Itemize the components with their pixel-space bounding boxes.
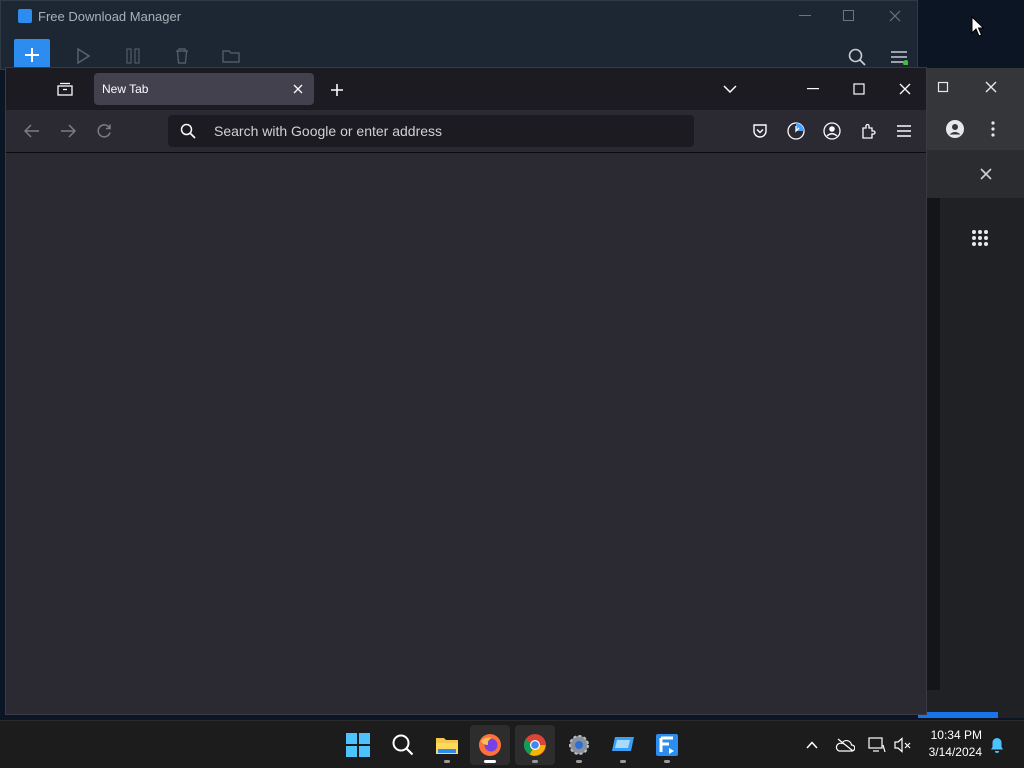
fdm-window: Free Download Manager <box>0 0 918 71</box>
firefox-window: New Tab Search with Google or enter addr… <box>5 67 927 715</box>
menu-icon[interactable] <box>892 119 916 143</box>
list-tabs-icon[interactable] <box>718 77 742 101</box>
maximize-icon[interactable] <box>847 77 871 101</box>
running-indicator <box>532 760 538 763</box>
windows-logo-icon <box>346 733 370 757</box>
remote-desktop-icon <box>612 737 634 751</box>
chevron-up-icon[interactable] <box>802 735 822 755</box>
background-titlebar <box>918 68 1024 106</box>
account-icon[interactable] <box>820 119 844 143</box>
tab-title: New Tab <box>102 82 149 96</box>
taskbar-firefox[interactable] <box>470 725 510 765</box>
firefox-view-icon[interactable] <box>54 78 76 100</box>
gear-icon <box>569 735 589 755</box>
taskbar-free-download-manager[interactable] <box>647 725 687 765</box>
running-indicator <box>620 760 626 763</box>
close-icon[interactable] <box>881 5 909 27</box>
pocket-icon[interactable] <box>748 119 772 143</box>
mouse-cursor-icon <box>971 16 985 38</box>
reload-icon[interactable] <box>92 119 116 143</box>
background-browser-window <box>918 68 1024 718</box>
close-icon[interactable] <box>980 76 1002 98</box>
pause-icon[interactable] <box>121 45 145 67</box>
back-icon[interactable] <box>20 119 44 143</box>
add-icon <box>25 48 39 62</box>
menu-icon[interactable] <box>887 45 911 69</box>
address-bar-placeholder: Search with Google or enter address <box>214 123 443 139</box>
taskbar-file-explorer[interactable] <box>427 725 467 765</box>
maximize-icon[interactable] <box>934 78 952 96</box>
background-scrollbar <box>926 198 940 690</box>
taskbar-settings[interactable] <box>559 725 599 765</box>
close-window-icon[interactable] <box>893 77 917 101</box>
clock-date: 3/14/2024 <box>928 745 982 759</box>
update-icon[interactable] <box>784 119 808 143</box>
minimize-icon[interactable] <box>791 5 819 27</box>
search-icon <box>178 121 198 141</box>
close-tab-icon[interactable] <box>288 79 308 99</box>
search-icon[interactable] <box>845 45 869 69</box>
background-panel <box>918 150 1024 198</box>
apps-grid-icon[interactable] <box>970 228 990 248</box>
profile-icon[interactable] <box>944 118 966 140</box>
fdm-icon <box>656 734 678 756</box>
search-icon <box>392 734 414 756</box>
taskbar-clock[interactable]: 10:34 PM 3/14/2024 <box>929 727 982 761</box>
running-indicator <box>664 760 670 763</box>
start-button[interactable] <box>338 725 378 765</box>
more-vert-icon[interactable] <box>982 118 1004 140</box>
fdm-window-title: Free Download Manager <box>38 9 182 24</box>
fdm-logo-icon <box>18 9 32 23</box>
new-tab-icon[interactable] <box>325 78 349 102</box>
taskbar: 10:34 PM 3/14/2024 <box>0 720 1024 768</box>
background-accent-bar <box>918 712 998 718</box>
chrome-icon <box>523 734 546 756</box>
taskbar-chrome[interactable] <box>515 725 555 765</box>
minimize-icon[interactable] <box>801 77 825 101</box>
network-icon[interactable] <box>866 735 888 755</box>
firefox-icon <box>479 734 501 756</box>
maximize-icon[interactable] <box>835 5 863 27</box>
clock-time: 10:34 PM <box>930 728 982 742</box>
onedrive-icon[interactable] <box>834 735 856 755</box>
running-indicator <box>444 760 450 763</box>
folder-icon[interactable] <box>219 45 243 67</box>
running-indicator <box>576 760 582 763</box>
tab-new-tab[interactable]: New Tab <box>94 73 314 105</box>
close-icon[interactable] <box>976 164 996 184</box>
running-indicator <box>484 760 496 763</box>
extensions-icon[interactable] <box>856 119 880 143</box>
background-toolbar <box>918 106 1024 151</box>
tab-bar: New Tab <box>6 68 926 110</box>
nav-bar: Search with Google or enter address <box>6 110 926 153</box>
delete-icon[interactable] <box>170 45 194 67</box>
address-bar[interactable]: Search with Google or enter address <box>168 115 694 147</box>
forward-icon[interactable] <box>56 119 80 143</box>
play-icon[interactable] <box>71 45 95 67</box>
notifications-icon[interactable] <box>986 735 1008 755</box>
folder-icon <box>436 738 458 754</box>
volume-muted-icon[interactable] <box>892 735 914 755</box>
taskbar-search-button[interactable] <box>383 725 423 765</box>
page-content[interactable] <box>6 153 926 714</box>
taskbar-remote-desktop[interactable] <box>603 725 643 765</box>
